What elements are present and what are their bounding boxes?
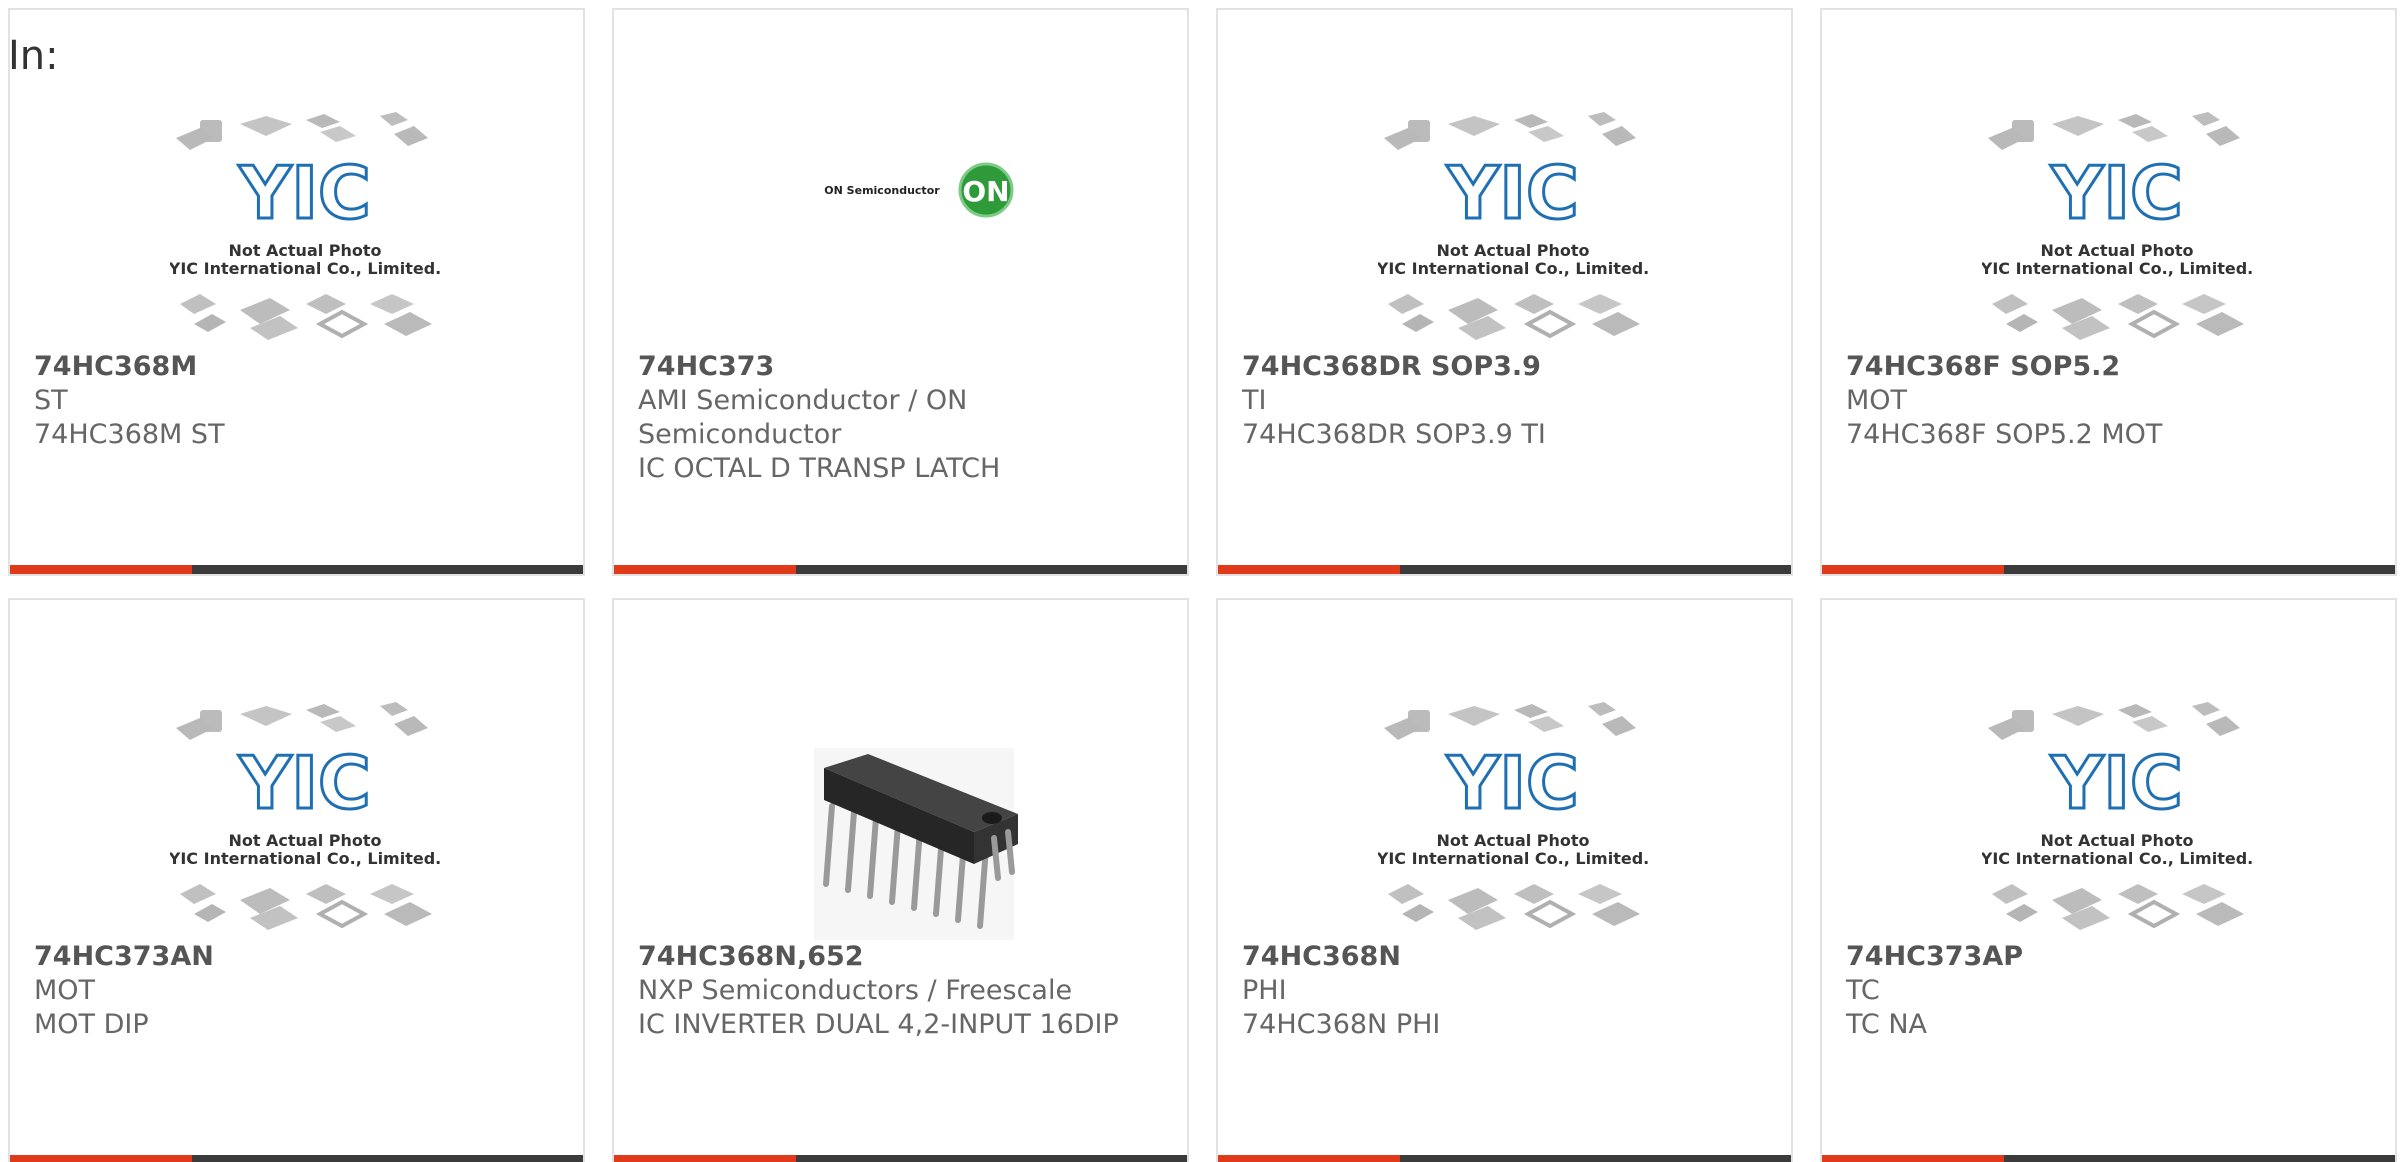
svg-text:YIC: YIC: [1446, 151, 1579, 235]
svg-text:YIC: YIC: [2050, 741, 2183, 825]
svg-text:Not Actual Photo: Not Actual Photo: [2040, 831, 2193, 850]
product-info: 74HC373 AMI Semiconductor / ON Semiconduc…: [638, 350, 1158, 486]
product-card[interactable]: 74HC368N,652 NXP Semiconductors / Freesca…: [612, 598, 1189, 1162]
card-bottom-bar: [10, 565, 583, 574]
manufacturer: TI: [1242, 385, 1267, 416]
description: 74HC368F SOP5.2 MOT: [1846, 419, 2163, 450]
svg-text:YIC: YIC: [1446, 741, 1579, 825]
description: 74HC368M ST: [34, 419, 225, 450]
part-number-link[interactable]: 74HC373AN: [34, 940, 554, 974]
card-accent-bar: [1822, 1155, 2004, 1162]
svg-text:ON Semiconductor: ON Semiconductor: [824, 184, 940, 197]
yic-placeholder-image[interactable]: YIC Not Actual Photo YIC International Co.…: [1376, 98, 1649, 350]
manufacturer: MOT: [34, 975, 96, 1006]
card-bottom-bar: [1822, 565, 2395, 574]
card-accent-bar: [1822, 565, 2004, 574]
part-number-link[interactable]: 74HC368M: [34, 350, 554, 384]
svg-text:Not Actual Photo: Not Actual Photo: [228, 831, 381, 850]
in-label: In:: [8, 33, 59, 79]
product-info: 74HC368N PHI 74HC368N PHI: [1242, 940, 1762, 1042]
svg-text:YIC: YIC: [238, 151, 371, 235]
yic-placeholder-image[interactable]: YIC Not Actual Photo YIC International Co.…: [1980, 688, 2253, 940]
product-card[interactable]: ON Semiconductor ON 74HC373 AMI Semiconduct…: [612, 8, 1189, 576]
product-listing-page: In: YIC Not Actual Photo YIC International…: [0, 0, 2400, 1162]
description: IC OCTAL D TRANSP LATCH: [638, 453, 1001, 484]
svg-text:YIC International Co., Limited: YIC International Co., Limited.: [170, 259, 440, 278]
yic-placeholder-image[interactable]: YIC Not Actual Photo YIC International Co.…: [1980, 98, 2253, 350]
yic-placeholder-image[interactable]: YIC Not Actual Photo YIC International Co.…: [1376, 688, 1649, 940]
part-number-link[interactable]: 74HC373AP: [1846, 940, 2366, 974]
svg-text:YIC International Co., Limited: YIC International Co., Limited.: [1982, 259, 2252, 278]
product-info: 74HC368N,652 NXP Semiconductors / Freesca…: [638, 940, 1158, 1042]
svg-text:YIC: YIC: [238, 741, 371, 825]
part-number-link[interactable]: 74HC368F SOP5.2: [1846, 350, 2366, 384]
description: TC NA: [1846, 1009, 1928, 1040]
product-card[interactable]: YIC Not Actual Photo YIC International Co.…: [1216, 8, 1793, 576]
product-info: 74HC368F SOP5.2 MOT 74HC368F SOP5.2 MOT: [1846, 350, 2366, 452]
manufacturer: TC: [1846, 975, 1880, 1006]
manufacturer: MOT: [1846, 385, 1908, 416]
card-bottom-bar: [10, 1155, 583, 1162]
product-card[interactable]: YIC Not Actual Photo YIC International Co.…: [1216, 598, 1793, 1162]
description: IC INVERTER DUAL 4,2-INPUT 16DIP: [638, 1009, 1119, 1040]
description: MOT DIP: [34, 1009, 149, 1040]
svg-text:Not Actual Photo: Not Actual Photo: [2040, 241, 2193, 260]
card-bottom-bar: [1218, 565, 1791, 574]
product-info: 74HC373AP TC TC NA: [1846, 940, 2366, 1042]
product-grid: YIC Not Actual Photo YIC International Co.…: [0, 0, 2400, 1162]
card-accent-bar: [614, 1155, 796, 1162]
part-number-link[interactable]: 74HC368DR SOP3.9: [1242, 350, 1762, 384]
manufacturer: PHI: [1242, 975, 1287, 1006]
card-bottom-bar: [1218, 1155, 1791, 1162]
product-info: 74HC368DR SOP3.9 TI 74HC368DR SOP3.9 TI: [1242, 350, 1762, 452]
card-accent-bar: [1218, 565, 1400, 574]
svg-text:Not Actual Photo: Not Actual Photo: [1436, 831, 1589, 850]
product-card[interactable]: YIC Not Actual Photo YIC International Co.…: [1820, 598, 2397, 1162]
product-card[interactable]: YIC Not Actual Photo YIC International Co.…: [8, 598, 585, 1162]
yic-placeholder-image[interactable]: YIC Not Actual Photo YIC International Co.…: [168, 98, 441, 350]
part-number-link[interactable]: 74HC368N,652: [638, 940, 1158, 974]
card-bottom-bar: [1822, 1155, 2395, 1162]
manufacturer: ST: [34, 385, 68, 416]
on-semiconductor-logo-image[interactable]: ON Semiconductor ON: [774, 98, 1044, 350]
product-info: 74HC373AN MOT MOT DIP: [34, 940, 554, 1042]
card-bottom-bar: [614, 1155, 1187, 1162]
card-accent-bar: [1218, 1155, 1400, 1162]
manufacturer: AMI Semiconductor / ON Semiconductor: [638, 385, 968, 450]
part-number-link[interactable]: 74HC368N: [1242, 940, 1762, 974]
svg-text:YIC International Co., Limited: YIC International Co., Limited.: [170, 849, 440, 868]
yic-placeholder-image[interactable]: YIC Not Actual Photo YIC International Co.…: [168, 688, 441, 940]
product-card[interactable]: YIC Not Actual Photo YIC International Co.…: [1820, 8, 2397, 576]
svg-text:YIC International Co., Limited: YIC International Co., Limited.: [1378, 849, 1648, 868]
svg-text:YIC International Co., Limited: YIC International Co., Limited.: [1378, 259, 1648, 278]
manufacturer: NXP Semiconductors / Freescale: [638, 975, 1073, 1006]
card-accent-bar: [10, 1155, 192, 1162]
card-accent-bar: [10, 565, 192, 574]
svg-text:YIC International Co., Limited: YIC International Co., Limited.: [1982, 849, 2252, 868]
svg-text:Not Actual Photo: Not Actual Photo: [1436, 241, 1589, 260]
card-bottom-bar: [614, 565, 1187, 574]
svg-text:YIC: YIC: [2050, 151, 2183, 235]
description: 74HC368N PHI: [1242, 1009, 1441, 1040]
svg-text:ON: ON: [962, 175, 1009, 208]
product-info: 74HC368M ST 74HC368M ST: [34, 350, 554, 452]
svg-text:Not Actual Photo: Not Actual Photo: [228, 241, 381, 260]
dip-chip-photo-image[interactable]: [774, 688, 1044, 948]
description: 74HC368DR SOP3.9 TI: [1242, 419, 1546, 450]
part-number-link[interactable]: 74HC373: [638, 350, 1158, 384]
card-accent-bar: [614, 565, 796, 574]
product-card[interactable]: YIC Not Actual Photo YIC International Co.…: [8, 8, 585, 576]
